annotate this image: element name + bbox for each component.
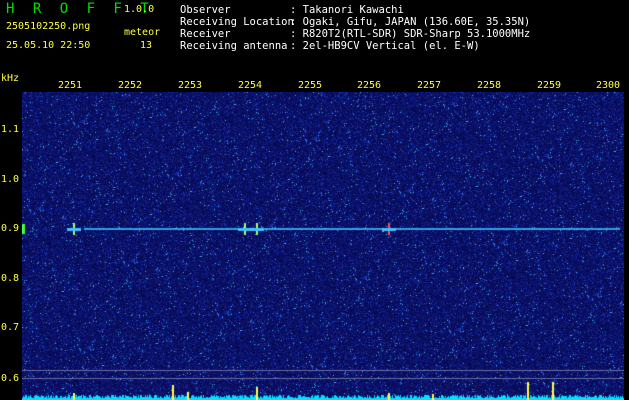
x-tick-label: 2253 [178, 80, 203, 91]
spectrogram-plot [22, 92, 624, 400]
x-tick-label: 2258 [477, 80, 502, 91]
meteor-label: meteor [124, 27, 161, 38]
x-tick-label: 2259 [537, 80, 562, 91]
info-value-observer: : Takanori Kawachi [290, 4, 404, 16]
y-axis-unit: kHz [1, 73, 20, 84]
x-tick-label: 2257 [417, 80, 442, 91]
x-tick-label: 2254 [238, 80, 263, 91]
app-version: 1.0.0 [124, 4, 155, 15]
x-tick-label: 2251 [58, 80, 83, 91]
info-value-location: : Ogaki, Gifu, JAPAN (136.60E, 35.35N) [290, 16, 531, 28]
info-label-location: Receiving Location [180, 16, 294, 28]
info-label-observer: Observer [180, 4, 231, 16]
filename-label: 2505102250.png [6, 21, 91, 32]
info-label-receiver: Receiver [180, 28, 231, 40]
x-tick-label: 2252 [118, 80, 143, 91]
y-tick-label: 0.7 [1, 322, 20, 333]
x-tick-label: 2300 [596, 80, 621, 91]
timestamp-label: 25.05.10 22:50 [6, 40, 91, 51]
x-tick-label: 2256 [357, 80, 382, 91]
meteor-count: 13 [140, 40, 153, 51]
y-tick-label: 0.9 [1, 223, 20, 234]
y-tick-label: 1.0 [1, 174, 20, 185]
y-tick-label: 0.8 [1, 273, 20, 284]
info-value-antenna: : 2el-HB9CV Vertical (el. E-W) [290, 40, 480, 52]
spectrogram-canvas [22, 92, 624, 400]
y-tick-label: 0.6 [1, 373, 20, 384]
y-tick-label: 1.1 [1, 124, 20, 135]
x-tick-label: 2255 [298, 80, 323, 91]
info-value-receiver: : R820T2(RTL-SDR) SDR-Sharp 53.1000MHz [290, 28, 531, 40]
info-label-antenna: Receiving antenna [180, 40, 288, 52]
